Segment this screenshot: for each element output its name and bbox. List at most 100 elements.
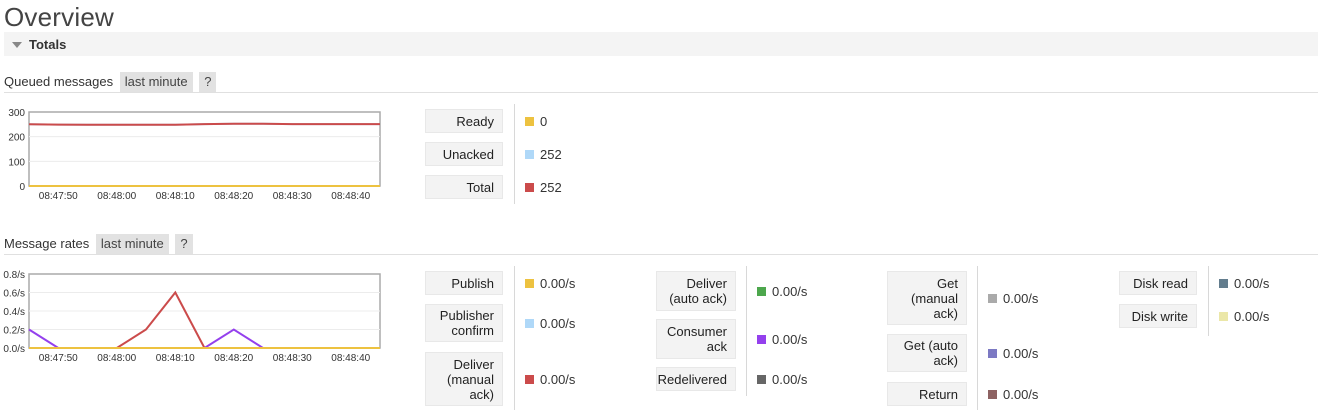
legend-swatch xyxy=(525,318,534,328)
rates-range-selector[interactable]: last minute xyxy=(95,234,169,254)
x-tick-label: 08:48:30 xyxy=(273,191,312,202)
y-tick-label: 0.6/s xyxy=(3,289,25,300)
legend-value-total: 252 xyxy=(525,175,562,199)
legend-value-consumer-ack: 0.00/s xyxy=(757,319,807,359)
legend-label-publisher-confirm: Publisher confirm xyxy=(425,304,503,342)
legend-swatch xyxy=(757,286,766,296)
legend-value-disk-write: 0.00/s xyxy=(1219,304,1269,328)
x-tick-label: 08:48:10 xyxy=(156,353,195,364)
legend-value-text: 0.00/s xyxy=(772,283,808,299)
legend-label-consumer-ack: Consumer ack xyxy=(656,319,736,359)
legend-value-text: 0.00/s xyxy=(540,371,576,387)
totals-section-label: Totals xyxy=(29,37,67,52)
x-tick-label: 08:48:10 xyxy=(156,191,195,202)
legend-label-disk-read: Disk read xyxy=(1119,271,1197,295)
legend-value-text: 0.00/s xyxy=(1003,345,1039,361)
legend-value-text: 0.00/s xyxy=(1234,308,1270,324)
legend-value-publish: 0.00/s xyxy=(525,271,575,295)
legend-value-text: 0.00/s xyxy=(772,371,808,387)
queued-help-button[interactable]: ? xyxy=(199,72,217,92)
legend-value-text: 252 xyxy=(540,179,562,195)
legend-swatch xyxy=(1219,278,1228,288)
y-tick-label: 0.2/s xyxy=(3,326,25,337)
rates-help-button[interactable]: ? xyxy=(175,234,193,254)
legend-label-deliver-auto-ack: Deliver (auto ack) xyxy=(656,271,736,311)
legend-label-get-manual-ack: Get (manual ack) xyxy=(887,271,967,325)
legend-label-redelivered: Redelivered xyxy=(656,367,736,391)
legend-label-unacked: Unacked xyxy=(425,142,503,166)
legend-swatch xyxy=(525,278,534,288)
legend-swatch xyxy=(525,149,534,159)
x-tick-label: 08:48:30 xyxy=(273,353,312,364)
x-tick-label: 08:48:00 xyxy=(97,191,136,202)
queued-range-selector[interactable]: last minute xyxy=(119,72,193,92)
legend-swatch xyxy=(988,293,997,303)
y-tick-label: 200 xyxy=(8,133,25,144)
legend-value-get-auto-ack: 0.00/s xyxy=(988,334,1038,372)
queued-messages-heading: Queued messages last minute ? xyxy=(4,72,217,92)
legend-swatch xyxy=(757,374,766,384)
legend-value-ready: 0 xyxy=(525,109,547,133)
legend-value-text: 0.00/s xyxy=(1234,275,1270,291)
legend-value-text: 252 xyxy=(540,146,562,162)
legend-value-text: 0.00/s xyxy=(540,315,576,331)
collapse-triangle-icon xyxy=(12,42,22,48)
legend-value-get-manual-ack: 0.00/s xyxy=(988,271,1038,325)
queued-messages-chart: 300 200 100 0 08:47:50 08:48:00 08:48:10 08:48:… xyxy=(8,108,381,202)
legend-swatch xyxy=(988,389,997,399)
legend-value-text: 0.00/s xyxy=(1003,386,1039,402)
x-tick-label: 08:48:40 xyxy=(331,191,370,202)
legend-swatch xyxy=(525,374,534,384)
legend-label-deliver-manual-ack: Deliver (manual ack) xyxy=(425,352,503,406)
legend-swatch xyxy=(757,334,766,344)
queued-messages-title: Queued messages xyxy=(4,74,114,89)
legend-separator xyxy=(514,266,515,410)
legend-separator xyxy=(977,266,978,410)
legend-label-total: Total xyxy=(425,175,503,199)
series-line-total xyxy=(28,122,380,126)
legend-value-deliver-manual-ack: 0.00/s xyxy=(525,352,575,406)
legend-separator xyxy=(746,266,747,396)
legend-label-return: Return xyxy=(887,382,967,406)
totals-section-toggle[interactable]: Totals xyxy=(4,32,1318,56)
legend-swatch xyxy=(525,182,534,192)
legend-value-text: 0.00/s xyxy=(772,331,808,347)
legend-value-text: 0.00/s xyxy=(1003,290,1039,306)
x-tick-label: 08:47:50 xyxy=(39,191,78,202)
legend-swatch xyxy=(525,116,534,126)
legend-separator xyxy=(514,104,515,204)
legend-value-publisher-confirm: 0.00/s xyxy=(525,304,575,342)
legend-value-return: 0.00/s xyxy=(988,382,1038,406)
legend-label-publish: Publish xyxy=(425,271,503,295)
legend-value-disk-read: 0.00/s xyxy=(1219,271,1269,295)
legend-value-text: 0 xyxy=(540,113,548,129)
y-tick-label: 100 xyxy=(8,157,25,168)
legend-value-unacked: 252 xyxy=(525,142,562,166)
legend-value-deliver-auto-ack: 0.00/s xyxy=(757,271,807,311)
legend-label-disk-write: Disk write xyxy=(1119,304,1197,328)
legend-value-redelivered: 0.00/s xyxy=(757,367,807,391)
message-rates-chart: 0.8/s 0.6/s 0.4/s 0.2/s 0.0/s 08:47:50 08:48:0… xyxy=(3,270,381,364)
y-tick-label: 300 xyxy=(8,108,25,119)
x-tick-label: 08:48:20 xyxy=(214,191,253,202)
y-tick-label: 0.0/s xyxy=(3,344,25,355)
legend-label-ready: Ready xyxy=(425,109,503,133)
message-rates-heading: Message rates last minute ? xyxy=(4,234,193,254)
legend-swatch xyxy=(988,348,997,358)
message-rates-title: Message rates xyxy=(4,236,90,251)
y-tick-label: 0.4/s xyxy=(3,307,25,318)
y-tick-label: 0.8/s xyxy=(3,270,25,281)
x-tick-label: 08:48:20 xyxy=(214,353,253,364)
legend-value-text: 0.00/s xyxy=(540,275,576,291)
plot-area xyxy=(28,111,381,187)
x-tick-label: 08:48:00 xyxy=(97,353,136,364)
divider xyxy=(4,92,1318,93)
page-title: Overview xyxy=(4,2,114,32)
x-tick-label: 08:48:40 xyxy=(331,353,370,364)
legend-label-get-auto-ack: Get (auto ack) xyxy=(887,334,967,372)
legend-separator xyxy=(1208,266,1209,336)
divider xyxy=(4,254,1318,255)
y-tick-label: 0 xyxy=(19,182,25,193)
legend-swatch xyxy=(1219,311,1228,321)
x-tick-label: 08:47:50 xyxy=(39,353,78,364)
